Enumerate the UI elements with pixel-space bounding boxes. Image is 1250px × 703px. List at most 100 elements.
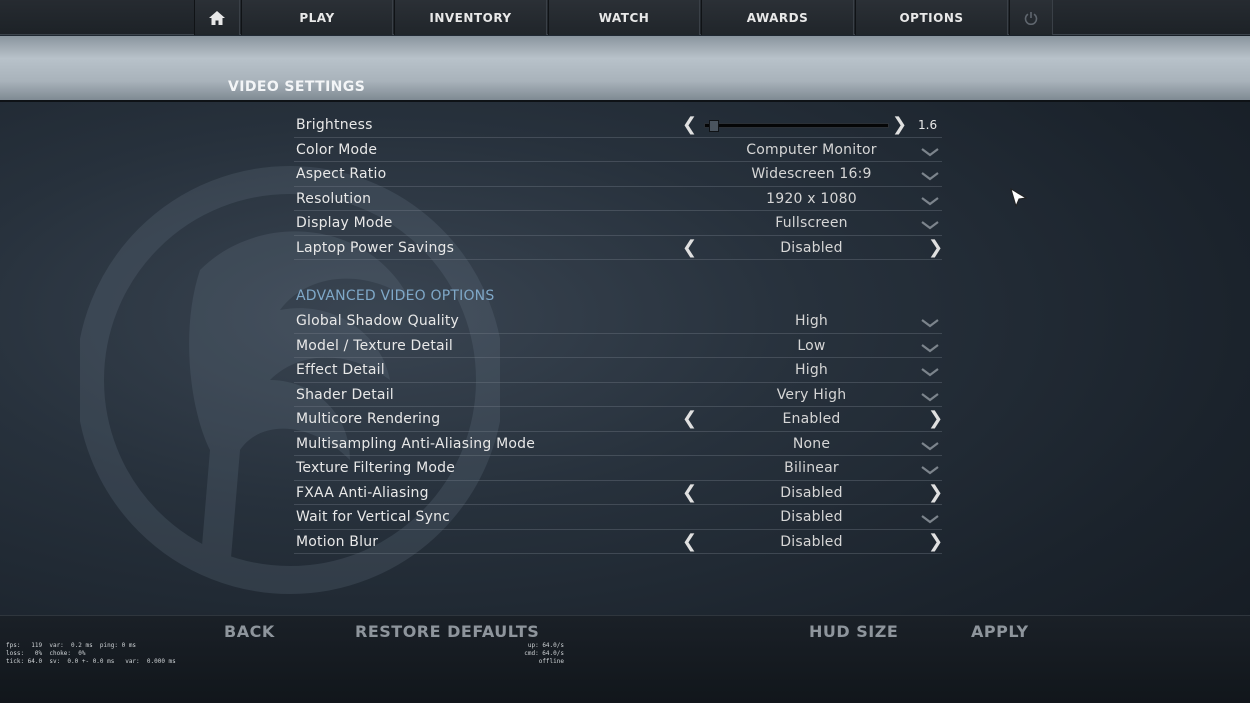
setting-value[interactable]: Low [694,338,929,354]
setting-value[interactable]: Disabled [694,509,929,525]
setting-value[interactable]: High [694,362,929,378]
setting-row-wait-for-vertical-sync[interactable]: Wait for Vertical Sync Disabled [294,505,942,530]
setting-value[interactable]: High [694,313,929,329]
mouse-cursor-icon [1010,188,1028,208]
hud-size-button[interactable]: HUD SIZE [809,622,898,641]
netgraph-line: offline [538,658,564,665]
chevron-down-icon[interactable] [921,147,939,157]
setting-value[interactable]: Very High [694,387,929,403]
setting-label: Global Shadow Quality [296,313,460,329]
chevron-down-icon[interactable] [921,514,939,524]
setting-row-aspect-ratio[interactable]: Aspect Ratio Widescreen 16:9 [294,162,942,187]
nav-watch[interactable]: WATCH [548,0,700,35]
setting-label: Effect Detail [296,362,385,378]
chevron-down-icon[interactable] [921,465,939,475]
setting-value: Enabled [782,411,841,427]
setting-value: Disabled [780,239,843,256]
brightness-value: 1.6 [918,118,938,132]
setting-row-texture-filtering-mode[interactable]: Texture Filtering Mode Bilinear [294,456,942,481]
chevron-right-icon[interactable]: ❯ [928,237,943,258]
setting-row-color-mode[interactable]: Color Mode Computer Monitor [294,138,942,162]
setting-row-effect-detail[interactable]: Effect Detail High [294,358,942,383]
chevron-right-icon[interactable]: ❯ [928,531,943,552]
setting-value[interactable]: Computer Monitor [694,142,929,158]
netgraph-stats: fps: 119 var: 0.2 ms ping: 0 ms loss: 0% … [6,642,176,666]
apply-button[interactable]: APPLY [971,622,1029,641]
netgraph-rates: up: 64.0/s cmd: 64.0/s offline [520,642,564,666]
chevron-left-icon[interactable]: ❮ [682,409,697,429]
settings-list: Brightness ❮ ❯ 1.6 Color Mode Computer Mo… [294,113,943,554]
chevron-down-icon[interactable] [921,196,939,206]
brightness-row[interactable]: Brightness ❮ ❯ 1.6 [294,113,942,138]
chevron-down-icon[interactable] [921,441,939,451]
setting-row-fxaa-anti-aliasing[interactable]: FXAA Anti-Aliasing Disabled ❮ ❯ [294,481,943,505]
chevron-down-icon[interactable] [921,171,939,181]
power-icon [1024,11,1038,25]
chevron-left-icon[interactable]: ❮ [682,237,697,258]
setting-row-multisampling-anti-aliasing-mode[interactable]: Multisampling Anti-Aliasing Mode None [294,432,942,456]
setting-value[interactable]: Bilinear [694,460,929,476]
setting-value[interactable]: 1920 x 1080 [694,191,929,207]
nav-play[interactable]: PLAY [241,0,393,35]
chevron-down-icon[interactable] [921,392,939,402]
nav-inventory[interactable]: INVENTORY [394,0,547,35]
chevron-right-icon[interactable]: ❯ [928,482,943,503]
setting-label: Multisampling Anti-Aliasing Mode [296,435,536,452]
chevron-down-icon[interactable] [921,367,939,377]
advanced-section-title: ADVANCED VIDEO OPTIONS [296,288,495,304]
setting-row-motion-blur[interactable]: Motion Blur Disabled ❮ ❯ [294,530,943,554]
nav-options[interactable]: OPTIONS [855,0,1008,35]
netgraph-line: loss: 0% choke: 0% [6,650,86,657]
back-button[interactable]: BACK [224,622,275,641]
setting-value[interactable]: Widescreen 16:9 [694,166,929,182]
brightness-label: Brightness [296,117,373,133]
netgraph-line: fps: 119 var: 0.2 ms ping: 0 ms [6,642,137,649]
setting-label: FXAA Anti-Aliasing [296,484,429,501]
header-band [0,36,1250,102]
setting-value[interactable]: Fullscreen [694,215,929,231]
chevron-down-icon[interactable] [921,318,939,328]
setting-label: Shader Detail [296,386,394,403]
setting-label: Color Mode [296,141,378,158]
brightness-slider[interactable] [704,120,889,132]
restore-defaults-button[interactable]: RESTORE DEFAULTS [355,622,539,641]
netgraph-line: cmd: 64.0/s [524,650,564,657]
brightness-slider-thumb[interactable] [708,120,719,132]
setting-label: Display Mode [296,215,393,231]
setting-row-laptop-power-savings[interactable]: Laptop Power Savings Disabled ❮ ❯ [294,236,943,260]
home-button[interactable] [194,0,240,35]
chevron-right-icon[interactable]: ❯ [928,409,943,429]
bottom-bar [0,615,1250,703]
chevron-down-icon[interactable] [921,220,939,230]
setting-row-display-mode[interactable]: Display Mode Fullscreen [294,211,942,236]
setting-label: Texture Filtering Mode [296,460,456,476]
setting-row-model-texture-detail[interactable]: Model / Texture Detail Low [294,334,942,358]
setting-row-resolution[interactable]: Resolution 1920 x 1080 [294,187,942,211]
page-title: VIDEO SETTINGS [228,79,366,95]
setting-label: Wait for Vertical Sync [296,509,451,525]
top-nav: PLAY INVENTORY WATCH AWARDS OPTIONS [0,0,1250,35]
setting-row-multicore-rendering[interactable]: Multicore Rendering Enabled ❮ ❯ [294,407,943,432]
chevron-left-icon[interactable]: ❮ [682,531,697,552]
power-button[interactable] [1009,0,1053,35]
nav-awards[interactable]: AWARDS [701,0,854,35]
setting-row-shader-detail[interactable]: Shader Detail Very High [294,383,942,407]
setting-label: Laptop Power Savings [296,239,455,256]
setting-label: Motion Blur [296,533,379,550]
setting-label: Aspect Ratio [296,166,387,182]
brightness-decrease-icon[interactable]: ❮ [682,115,697,135]
brightness-increase-icon[interactable]: ❯ [892,115,907,135]
setting-row-global-shadow-quality[interactable]: Global Shadow Quality High [294,309,942,334]
setting-label: Resolution [296,190,372,207]
home-icon [209,10,225,25]
chevron-left-icon[interactable]: ❮ [682,482,697,503]
setting-label: Model / Texture Detail [296,337,453,354]
setting-value[interactable]: None [694,436,929,452]
setting-value: Disabled [780,484,843,501]
setting-label: Multicore Rendering [296,411,441,427]
chevron-down-icon[interactable] [921,343,939,353]
netgraph-line: tick: 64.0 sv: 0.0 +- 0.0 ms var: 0.000 … [6,658,176,665]
netgraph-line: up: 64.0/s [527,642,564,649]
setting-value: Disabled [780,533,843,550]
